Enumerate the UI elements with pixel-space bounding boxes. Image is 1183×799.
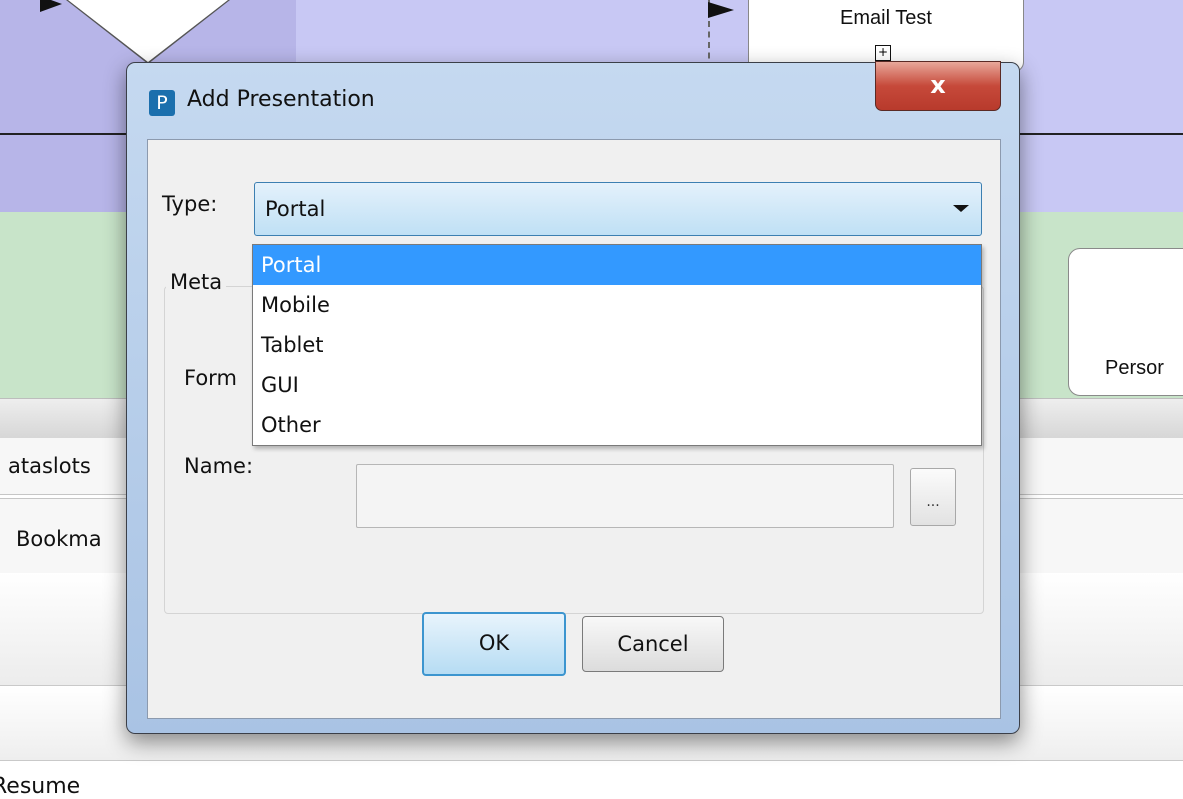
group-title: Meta [166,270,227,294]
gateway-fill [68,0,228,62]
list-item[interactable]: Resume [0,774,80,799]
chevron-down-icon[interactable] [953,205,969,212]
name-label: Name: [184,454,254,478]
close-button[interactable]: x [875,61,1001,111]
browse-button[interactable]: ... [910,468,956,526]
format-label: Form [184,366,237,390]
type-select-value: Portal [265,197,326,221]
dropdown-option[interactable]: Other [253,405,981,445]
tab-label: Bookma [16,527,102,551]
dropdown-option[interactable]: Portal [253,245,981,285]
app-icon: P [149,90,175,116]
type-select[interactable]: Portal [254,182,982,236]
type-dropdown-list: Portal Mobile Tablet GUI Other [252,244,982,446]
dropdown-option[interactable]: Tablet [253,325,981,365]
dropdown-option[interactable]: Mobile [253,285,981,325]
task-person[interactable]: Persor [1068,248,1183,396]
expand-icon[interactable]: + [875,45,891,61]
flow-arrow-icon [708,2,734,18]
task-title: Email Test [840,7,932,29]
flow-arrow-icon [40,0,62,12]
dialog-title: Add Presentation [187,87,375,112]
name-field[interactable] [356,464,894,528]
task-title: Persor [1105,357,1164,379]
dropdown-option[interactable]: GUI [253,365,981,405]
type-label: Type: [162,192,218,216]
cancel-button[interactable]: Cancel [582,616,724,672]
tab-label: ataslots [8,454,91,478]
ok-button[interactable]: OK [422,612,566,676]
